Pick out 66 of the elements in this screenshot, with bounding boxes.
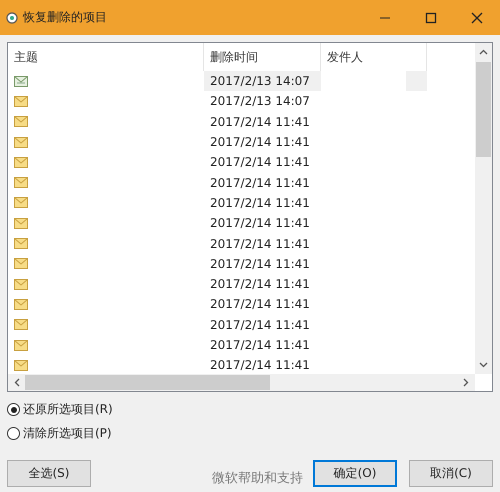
envelope-icon [14,177,28,188]
radio-option[interactable]: 还原所选项目(R) [7,401,113,418]
table-cell: 2017/2/14 11:41 [210,297,310,312]
scrollbar-thumb[interactable] [25,375,270,390]
table-cell: 2017/2/14 11:41 [210,358,310,372]
table-row[interactable]: 2017/2/14 11:41 [8,112,475,132]
envelope-icon [14,116,28,128]
horizontal-scrollbar[interactable] [8,374,475,391]
ok-button[interactable]: 确定(O) [313,460,397,486]
envelope-icon [14,319,28,330]
table-cell: 2017/2/14 11:41 [210,114,310,129]
scroll-left-icon[interactable] [14,378,20,387]
scroll-up-icon[interactable] [479,49,488,55]
table-cell: 2017/2/14 11:41 [210,277,310,292]
envelope-icon [14,340,28,350]
envelope-icon [14,360,28,371]
table-row[interactable]: 2017/2/14 11:41 [8,254,475,274]
envelope-icon [14,238,28,250]
table-row[interactable]: 2017/2/14 11:41 [8,213,475,234]
envelope-icon [14,278,28,290]
close-icon [471,12,483,24]
radio-button[interactable] [7,403,20,416]
maximize-icon [425,12,437,24]
table-row[interactable]: 2017/2/14 11:41 [8,314,475,335]
table-row[interactable]: 2017/2/14 11:41 [8,334,475,356]
table-cell: 2017/2/14 11:41 [210,196,310,210]
table-row[interactable]: 2017/2/14 11:41 [8,294,475,315]
envelope-icon [14,218,28,229]
table-cell: 2017/2/13 14:07 [210,94,310,108]
app-icon [6,12,18,24]
window-title: 恢复删除的项目 [23,9,107,26]
table-row[interactable]: 2017/2/13 14:07 [8,91,475,112]
table-cell: 2017/2/14 11:41 [210,256,310,271]
cancel-button[interactable]: 取消(C) [409,460,493,486]
envelope-icon [14,258,28,270]
envelope-icon [14,197,28,208]
scroll-down-icon[interactable] [479,362,488,368]
table-row[interactable]: 2017/2/14 11:41 [8,152,475,172]
envelope-icon [14,156,28,168]
table-cell: 2017/2/14 11:41 [210,216,310,230]
table-cell: 2017/2/14 11:41 [210,338,310,352]
table-cell: 2017/2/13 14:07 [210,74,310,88]
table-row[interactable]: 2017/2/14 11:41 [8,192,475,214]
table-cell: 2017/2/14 11:41 [210,135,310,150]
radio-button[interactable] [7,427,20,440]
table-row[interactable]: 2017/2/13 14:07 [8,71,475,92]
vertical-scrollbar[interactable] [475,43,492,374]
select-all-button[interactable]: 全选(S) [7,460,91,486]
scroll-right-icon[interactable] [463,378,469,387]
envelope-icon [14,136,28,148]
envelope-icon [14,298,28,310]
table-cell: 2017/2/14 11:41 [210,318,310,332]
table-row[interactable]: 2017/2/14 11:41 [8,233,475,254]
scrollbar-thumb[interactable] [476,62,491,157]
table-cell: 2017/2/14 11:41 [210,155,310,170]
column-header[interactable]: 主题 [8,43,204,71]
table-row[interactable]: 2017/2/14 11:41 [8,172,475,193]
radio-option[interactable]: 清除所选项目(P) [7,425,112,442]
table-row[interactable]: 2017/2/14 11:41 [8,355,475,374]
open-envelope-icon [14,76,28,87]
table-cell: 2017/2/14 11:41 [210,176,310,190]
table-row[interactable]: 2017/2/14 11:41 [8,274,475,294]
table-cell: 2017/2/14 11:41 [210,236,310,251]
table-row[interactable]: 2017/2/14 11:41 [8,132,475,152]
envelope-icon [14,96,28,107]
help-link[interactable]: 微软帮助和支持 [212,469,303,487]
